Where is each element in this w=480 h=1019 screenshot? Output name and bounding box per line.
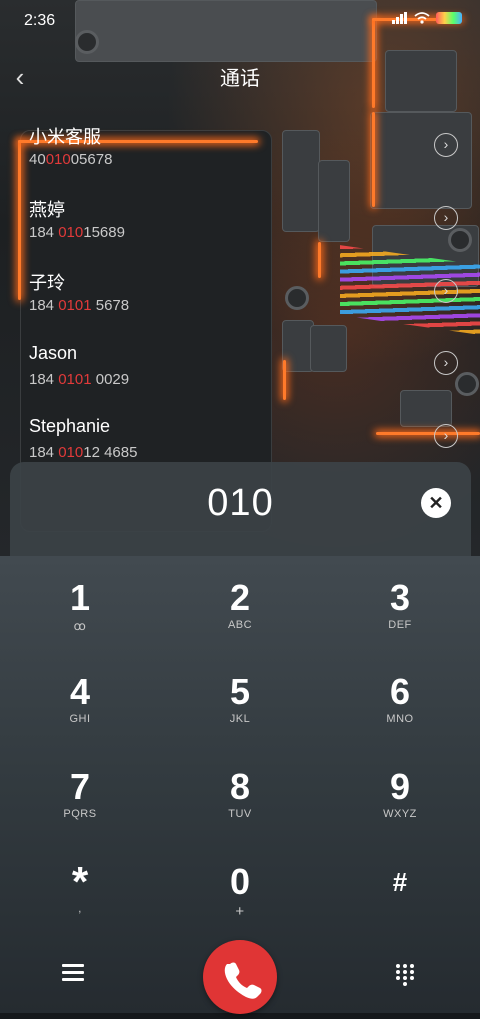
key-star[interactable]: * , — [0, 840, 160, 930]
contact-number: 4001005678 — [29, 151, 112, 168]
key-letters: + — [235, 903, 245, 920]
key-digit: * — [71, 858, 89, 905]
key-letters: MNO — [386, 713, 414, 725]
key-5[interactable]: 5 JKL — [160, 650, 320, 740]
contact-name: Stephanie — [29, 416, 111, 436]
key-letters: JKL — [229, 713, 251, 725]
info-circle-icon[interactable]: › — [434, 279, 458, 303]
number-prefix: 184 — [29, 297, 59, 314]
key-letters: GHI — [69, 713, 91, 725]
info-circle-icon[interactable]: › — [434, 206, 458, 230]
key-letters: , — [78, 903, 82, 915]
key-digit: 2 — [229, 577, 251, 618]
menu-line — [62, 964, 84, 967]
status-icons — [392, 12, 462, 24]
number-match: 0101 — [58, 371, 92, 388]
key-2[interactable]: 2 ABC — [160, 556, 320, 646]
contact-number: 184 0101 5678 — [29, 297, 129, 314]
battery-icon — [436, 12, 462, 24]
contact-name: 小米客服 — [29, 127, 101, 147]
voicemail-icon: ꝏ — [73, 619, 87, 633]
number-suffix: 0029 — [91, 371, 130, 388]
key-digit: # — [392, 867, 408, 897]
number-match: 0101 — [58, 297, 92, 314]
bottom-bar — [0, 930, 480, 1014]
contact-number: 184 01012 4685 — [29, 444, 137, 461]
number-match: 010 — [45, 151, 71, 168]
status-time: 2:36 — [24, 12, 56, 29]
number-prefix: 40 — [29, 151, 46, 168]
key-6[interactable]: 6 MNO — [320, 650, 480, 740]
menu-icon[interactable] — [62, 964, 84, 982]
key-0[interactable]: 0 + — [160, 840, 320, 930]
key-letters: DEF — [388, 619, 412, 631]
contact-number: 184 0101 0029 — [29, 371, 129, 388]
contact-name: 子玲 — [29, 273, 65, 293]
contact-row[interactable]: 小米客服 4001005678 › — [0, 123, 480, 195]
dial-input-panel: 010 ✕ — [10, 462, 471, 558]
key-digit: 9 — [389, 766, 411, 807]
header: ‹ 通话 — [0, 56, 480, 100]
contact-name: Jason — [29, 343, 78, 363]
key-3[interactable]: 3 DEF — [320, 556, 480, 646]
signal-icon — [392, 12, 407, 24]
key-digit: 3 — [389, 577, 411, 618]
contact-row[interactable]: Jason 184 0101 0029 › — [0, 343, 480, 415]
key-8[interactable]: 8 TUV — [160, 745, 320, 835]
key-letters: WXYZ — [383, 808, 417, 820]
phone-icon — [224, 962, 262, 999]
number-prefix: 184 — [29, 444, 59, 461]
call-button[interactable] — [203, 940, 277, 1014]
number-suffix: 12 4685 — [83, 444, 138, 461]
close-icon[interactable]: ✕ — [421, 488, 451, 518]
dial-digits[interactable]: 010 — [10, 482, 471, 525]
key-digit: 1 — [69, 577, 91, 618]
dialpad-icon[interactable] — [396, 964, 416, 986]
number-suffix: 05678 — [70, 151, 113, 168]
key-digit: 5 — [229, 671, 251, 712]
menu-line — [62, 978, 84, 981]
number-suffix: 15689 — [83, 224, 125, 241]
key-digit: 4 — [69, 671, 91, 712]
key-digit: 8 — [229, 766, 251, 807]
page-title: 通话 — [220, 68, 260, 90]
wifi-icon — [414, 12, 430, 24]
info-circle-icon[interactable]: › — [434, 133, 458, 157]
menu-line — [62, 971, 84, 974]
key-letters: ABC — [227, 619, 253, 631]
key-digit: 7 — [69, 766, 91, 807]
key-letters: PQRS — [63, 808, 97, 820]
key-letters: TUV — [228, 808, 252, 820]
contact-row[interactable]: 子玲 184 0101 5678 › — [0, 269, 480, 341]
contact-number: 184 01015689 — [29, 224, 125, 241]
key-1[interactable]: 1 ꝏ — [0, 556, 160, 646]
key-hash[interactable]: # — [320, 840, 480, 930]
key-digit: 6 — [389, 671, 411, 712]
key-7[interactable]: 7 PQRS — [0, 745, 160, 835]
number-match: 010 — [58, 444, 84, 461]
info-circle-icon[interactable]: › — [434, 424, 458, 448]
info-circle-icon[interactable]: › — [434, 351, 458, 375]
contact-row[interactable]: 燕婷 184 01015689 › — [0, 196, 480, 268]
number-prefix: 184 — [29, 371, 59, 388]
contact-name: 燕婷 — [29, 200, 65, 220]
key-digit: 0 — [229, 861, 251, 902]
number-suffix: 5678 — [91, 297, 130, 314]
number-prefix: 184 — [29, 224, 59, 241]
key-9[interactable]: 9 WXYZ — [320, 745, 480, 835]
number-match: 010 — [58, 224, 84, 241]
key-4[interactable]: 4 GHI — [0, 650, 160, 740]
status-bar: 2:36 — [0, 0, 480, 40]
